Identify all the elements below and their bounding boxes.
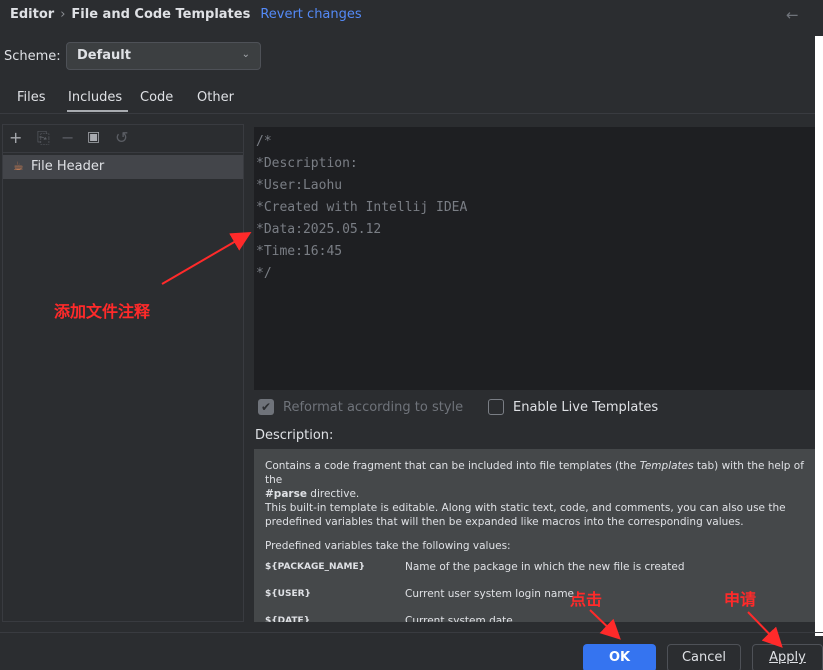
tab-other[interactable]: Other [197,90,234,105]
divider [0,113,823,114]
template-icon: ☕ [13,159,24,173]
description-text: directive. [306,488,360,500]
code-line: */ [256,266,272,281]
divider [0,632,823,633]
description-paragraph: Contains a code fragment that can be inc… [265,459,813,501]
chevron-down-icon: ⌄ [241,49,250,60]
ok-button[interactable]: OK [583,644,656,670]
add-icon[interactable]: + [9,128,22,147]
variable-name: ${USER} [265,588,311,599]
description-paragraph: This built-in template is editable. Alon… [265,502,786,528]
template-editor[interactable]: /* *Description: *User:Laohu *Created wi… [254,127,823,390]
reformat-checkbox[interactable]: ✔ [258,399,274,415]
cancel-button[interactable]: Cancel [667,644,741,670]
breadcrumb-separator: › [60,7,66,22]
selected-tab-indicator [67,110,128,112]
reformat-label: Reformat according to style [283,400,464,415]
code-line: *Description: [256,156,358,171]
scheme-label: Scheme: [4,49,61,64]
variable-description: Current system date [405,614,513,623]
code-line: *Created with Intellij IDEA [256,200,468,215]
back-arrow-icon[interactable]: ← [786,6,799,24]
apply-label: Apply [769,650,806,665]
template-toolbar: + ⎘ − ▣ ↺ [3,125,243,153]
live-templates-checkbox[interactable] [488,399,504,415]
tab-files[interactable]: Files [17,90,46,105]
description-text: Contains a code fragment that can be inc… [265,460,640,472]
code-line: /* [256,134,272,149]
copy-icon[interactable]: ▣ [87,129,100,145]
revert-changes-link[interactable]: Revert changes [260,7,361,22]
breadcrumb-editor[interactable]: Editor [10,7,54,22]
list-item-label: File Header [31,159,105,174]
window-edge [815,36,823,636]
tab-includes[interactable]: Includes [68,90,122,105]
live-templates-label[interactable]: Enable Live Templates [513,400,658,415]
reset-icon[interactable]: ↺ [115,128,128,147]
annotation-click: 点击 [570,590,603,609]
code-line: *Time:16:45 [256,244,343,259]
variable-name: ${PACKAGE_NAME} [265,561,365,572]
breadcrumb-current: File and Code Templates [71,7,251,22]
breadcrumb: Editor › File and Code Templates Revert cha… [10,7,362,22]
annotation-add-comment: 添加文件注释 [54,302,151,321]
scheme-select[interactable]: Default ⌄ [66,42,261,70]
variable-description: Name of the package in which the new fil… [405,560,685,573]
variable-name: ${DATE} [265,615,311,623]
apply-button[interactable]: Apply [752,644,823,670]
remove-icon[interactable]: − [61,128,74,147]
code-line: *Data:2025.05.12 [256,222,382,237]
variable-row: ${PACKAGE_NAME} Name of the package in w… [265,553,813,580]
variable-description: Current user system login name [405,587,575,600]
list-item[interactable]: ☕ File Header [3,155,243,179]
description-heading: Description: [255,428,334,443]
add-child-icon[interactable]: ⎘ [37,128,50,148]
template-list-panel: + ⎘ − ▣ ↺ ☕ File Header [2,124,244,622]
description-emphasis: Templates [639,460,694,472]
code-line: *User:Laohu [256,178,343,193]
tab-code[interactable]: Code [140,90,173,105]
description-paragraph: Predefined variables take the following … [265,540,511,552]
annotation-apply: 申请 [724,590,757,609]
description-code: #parse [265,488,307,500]
scheme-value: Default [77,48,131,63]
